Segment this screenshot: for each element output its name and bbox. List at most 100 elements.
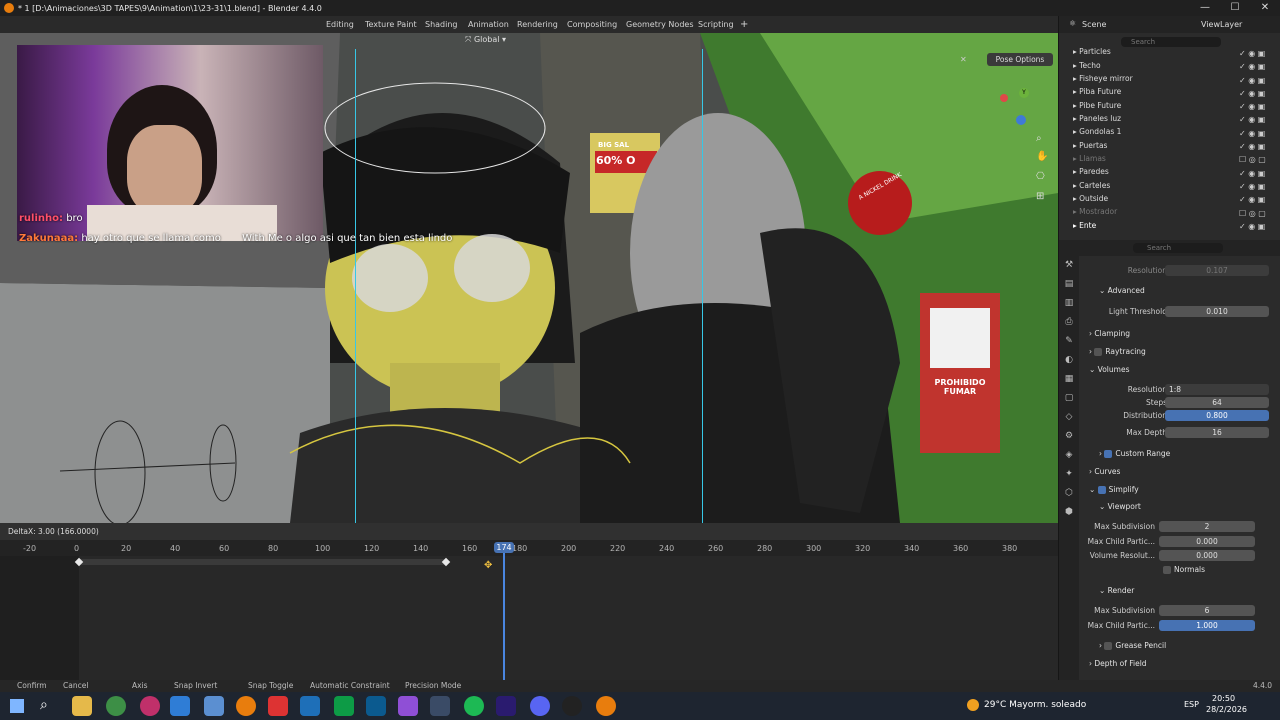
clock-date[interactable]: 28/2/2026 xyxy=(1206,705,1247,714)
3d-viewport[interactable]: BIG SAL 60% O A NICKEL DRINK PROHIBIDO F… xyxy=(0,33,1058,523)
normals-checkbox[interactable]: Normals xyxy=(1163,565,1205,574)
max-depth-label: Max Depth xyxy=(1126,428,1167,437)
viewport-subsection[interactable]: ⌄ Viewport xyxy=(1099,502,1141,511)
render-subsection[interactable]: ⌄ Render xyxy=(1099,586,1134,595)
version-label: 4.4.0 xyxy=(1253,681,1273,690)
viewlayer-selector[interactable]: ViewLayer xyxy=(1201,20,1242,29)
blender-icon[interactable] xyxy=(236,696,256,716)
curves-section[interactable]: › Curves xyxy=(1089,467,1120,476)
outliner-item[interactable]: ▸ Gondolas 1 xyxy=(1073,125,1121,138)
playhead-line[interactable] xyxy=(503,544,505,680)
tab-animation[interactable]: Animation xyxy=(468,16,509,33)
light-threshold-field[interactable]: 0.010 xyxy=(1165,306,1269,317)
render-max-child-field[interactable]: 1.000 xyxy=(1159,620,1255,631)
vegas-icon[interactable] xyxy=(366,696,386,716)
properties-search-input[interactable]: Search xyxy=(1133,243,1223,253)
tab-shading[interactable]: Shading xyxy=(425,16,458,33)
after-effects-icon[interactable] xyxy=(496,696,516,716)
language-indicator[interactable]: ESP xyxy=(1184,700,1199,709)
file-explorer-icon[interactable] xyxy=(72,696,92,716)
max-subdivision-field[interactable]: 2 xyxy=(1159,521,1255,532)
clamping-section[interactable]: › Clamping xyxy=(1089,329,1130,338)
outliner-item[interactable]: ▸ Particles xyxy=(1073,45,1111,58)
tab-texture-paint[interactable]: Texture Paint xyxy=(365,16,417,33)
grease-pencil-subsection[interactable]: › Grease Pencil xyxy=(1099,641,1166,650)
volume-resolution-field[interactable]: 0.000 xyxy=(1159,550,1255,561)
blender-active-icon[interactable] xyxy=(596,696,616,716)
distribution-label: Distribution xyxy=(1123,411,1167,420)
camera-view-icon[interactable]: ⎔ xyxy=(1036,171,1045,182)
max-depth-field[interactable]: 16 xyxy=(1165,427,1269,438)
tab-editing[interactable]: Editing xyxy=(326,16,354,33)
properties-tab-column[interactable]: ⚒ ▤ ▥ ⎙ ✎ ◐ ▦ ▢ ◇ ⚙ ◈ ✦ ⬡ ⬢ xyxy=(1059,256,1079,680)
outliner-item[interactable]: ▸ Paredes xyxy=(1073,165,1109,178)
discord-icon[interactable] xyxy=(530,696,550,716)
tab-scripting[interactable]: Scripting xyxy=(698,16,734,33)
outliner-item[interactable]: ▸ Outside xyxy=(1073,192,1108,205)
clock-time[interactable]: 20:50 xyxy=(1212,694,1235,703)
app-icon[interactable] xyxy=(204,696,224,716)
outliner-item[interactable]: ▸ Mostrador xyxy=(1073,205,1117,218)
volumes-section[interactable]: ⌄ Volumes xyxy=(1089,365,1129,374)
pan-hand-icon[interactable]: ✋ xyxy=(1036,151,1048,162)
close-button[interactable]: ✕ xyxy=(1250,0,1280,16)
chrome-icon[interactable] xyxy=(106,696,126,716)
simplify-section[interactable]: ⌄ Simplify xyxy=(1089,485,1139,494)
app-dark-icon[interactable] xyxy=(430,696,450,716)
gizmo-x-icon[interactable] xyxy=(1000,94,1008,102)
outliner-item[interactable]: ▸ Ente xyxy=(1073,219,1096,232)
app-red-icon[interactable] xyxy=(268,696,288,716)
opera-icon[interactable] xyxy=(140,696,160,716)
perspective-toggle-icon[interactable]: ⊞ xyxy=(1036,191,1044,202)
weather-text[interactable]: 29°C Mayorm. soleado xyxy=(984,700,1086,710)
custom-range-section[interactable]: › Custom Range xyxy=(1099,449,1170,458)
vol-resolution-dropdown[interactable]: 1:8 xyxy=(1165,384,1269,395)
outliner-item[interactable]: ▸ Llamas xyxy=(1073,152,1106,165)
app-blue-icon[interactable] xyxy=(300,696,320,716)
pose-options-dropdown[interactable]: Pose Options xyxy=(987,53,1053,66)
gizmo-z-icon[interactable] xyxy=(1016,115,1026,125)
outliner-item[interactable]: ▸ Pibe Future xyxy=(1073,99,1121,112)
tab-geometry-nodes[interactable]: Geometry Nodes xyxy=(626,16,693,33)
pycharm-icon[interactable] xyxy=(334,696,354,716)
tab-rendering[interactable]: Rendering xyxy=(517,16,558,33)
raytracing-section[interactable]: › Raytracing xyxy=(1089,347,1146,356)
visibility-toggles[interactable]: ✓ ◉ ▣ ✓ ◉ ▣ ✓ ◉ ▣ ✓ ◉ ▣ ✓ ◉ ▣ ✓ ◉ ▣ ✓ ◉ ▣ ✓ ◉ ▣… xyxy=(1239,47,1275,233)
frame-ruler[interactable] xyxy=(0,540,1058,556)
outliner-item[interactable]: ▸ Carteles xyxy=(1073,179,1110,192)
pre-range-shade xyxy=(0,556,79,680)
outliner[interactable]: ▸ Particles ▸ Techo ▸ Fisheye mirror ▸ P… xyxy=(1059,45,1280,231)
render-max-subdivision-label: Max Subdivision xyxy=(1094,606,1155,615)
add-workspace-button[interactable]: + xyxy=(740,16,748,33)
tab-compositing[interactable]: Compositing xyxy=(567,16,617,33)
outliner-item[interactable]: ▸ Fisheye mirror xyxy=(1073,72,1133,85)
outliner-item[interactable]: ▸ Puertas xyxy=(1073,139,1107,152)
close-overlay-icon[interactable]: ✕ xyxy=(960,55,967,64)
maximize-button[interactable]: ☐ xyxy=(1220,0,1250,16)
app-purple-icon[interactable] xyxy=(398,696,418,716)
outliner-item[interactable]: ▸ Piba Future xyxy=(1073,85,1121,98)
current-frame-indicator[interactable]: 174 xyxy=(494,542,514,553)
spotify-icon[interactable] xyxy=(464,696,484,716)
minimize-button[interactable]: — xyxy=(1190,0,1220,16)
dopesheet-timeline[interactable]: -20 0 20 40 60 80 100 120 140 160 180 20… xyxy=(0,540,1058,680)
zoom-icon[interactable]: ⌕ xyxy=(1036,133,1042,144)
search-icon[interactable]: ⌕ xyxy=(40,697,48,713)
outliner-item[interactable]: ▸ Techo xyxy=(1073,59,1101,72)
resolution-label: Resolution xyxy=(1127,266,1167,275)
advanced-section[interactable]: ⌄ Advanced xyxy=(1099,286,1145,295)
render-max-subdivision-field[interactable]: 6 xyxy=(1159,605,1255,616)
windows-start-icon[interactable] xyxy=(10,699,24,713)
resolution-field[interactable]: 0.107 xyxy=(1165,265,1269,276)
max-child-particles-field[interactable]: 0.000 xyxy=(1159,536,1255,547)
distribution-field[interactable]: 0.800 xyxy=(1165,410,1269,421)
outliner-item[interactable]: ▸ Paneles luz xyxy=(1073,112,1121,125)
steps-field[interactable]: 64 xyxy=(1165,397,1269,408)
scene-selector[interactable]: Scene xyxy=(1082,20,1106,29)
depth-of-field-section[interactable]: › Depth of Field xyxy=(1089,659,1147,668)
edge-icon[interactable] xyxy=(170,696,190,716)
weather-icon xyxy=(967,699,979,711)
gizmo-y-icon[interactable]: Y xyxy=(1019,88,1029,98)
obs-icon[interactable] xyxy=(562,696,582,716)
orientation-dropdown[interactable]: ⤧ Global ▾ xyxy=(465,35,506,48)
